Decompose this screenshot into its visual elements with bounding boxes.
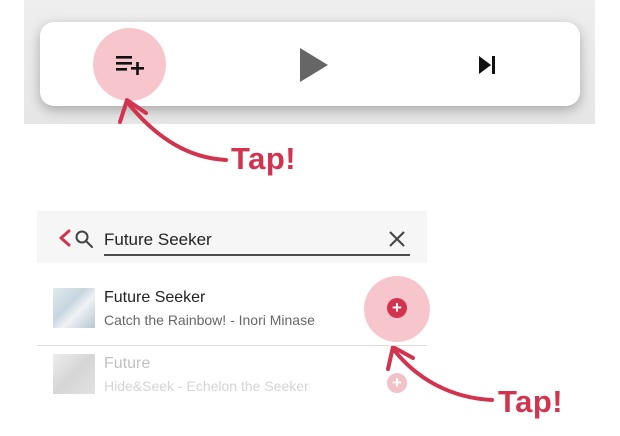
search-icon — [75, 230, 93, 248]
add-to-queue-button[interactable]: + — [387, 298, 407, 318]
track-title: Future Seeker — [104, 289, 206, 306]
album-art — [53, 354, 95, 394]
track-subtitle: Hide&Seek - Echelon the Seeker — [104, 378, 309, 394]
playlist-add-icon[interactable] — [110, 47, 150, 83]
clear-icon[interactable] — [388, 230, 406, 248]
tap-callout: Tap! — [231, 141, 297, 176]
result-row[interactable]: Future Hide&Seek - Echelon the Seeker — [37, 346, 427, 410]
track-subtitle: Catch the Rainbow! - Inori Minase — [104, 312, 315, 328]
skip-next-icon[interactable] — [474, 52, 500, 78]
tap-callout: Tap! — [498, 384, 564, 419]
back-chevron-icon[interactable] — [57, 229, 73, 247]
add-to-queue-button[interactable]: + — [387, 373, 407, 393]
search-input[interactable] — [104, 226, 410, 256]
play-icon[interactable] — [294, 46, 332, 84]
track-title: Future — [104, 355, 151, 372]
album-art — [53, 288, 95, 328]
